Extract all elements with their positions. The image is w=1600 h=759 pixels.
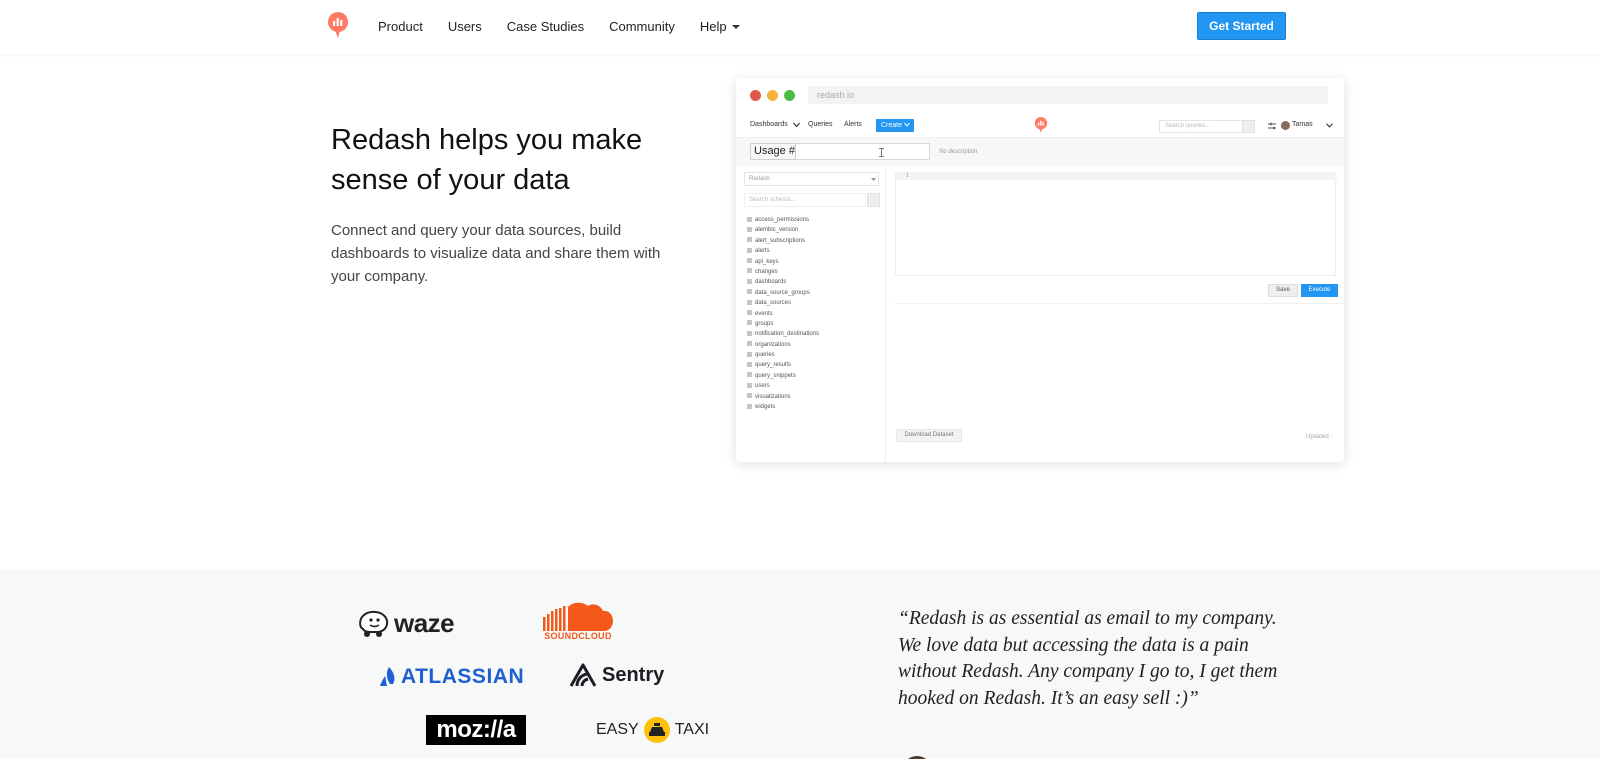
datasource-select: Redash	[744, 172, 879, 186]
app-create-button: Create	[876, 119, 914, 132]
schema-table-item: alert_subscriptions	[747, 236, 882, 246]
schema-table-item: visualizations	[747, 392, 882, 402]
schema-table-item: queries	[747, 350, 882, 360]
app-nav-alerts: Alerts	[844, 121, 862, 128]
schema-table-item: api_keys	[747, 257, 882, 267]
query-name-text: Usage #	[750, 143, 796, 160]
schema-browser: Redash Search schema... access_permissio…	[736, 166, 886, 462]
execute-label: Execute	[1308, 287, 1331, 293]
updated-label: Updated -	[1306, 434, 1333, 440]
url-bar: redash.io	[808, 86, 1328, 104]
sentry-logo: Sentry	[568, 662, 664, 688]
schema-table-item: dashboards	[747, 277, 882, 287]
caret-down-icon	[871, 178, 876, 181]
top-nav: Product Users Case Studies Community Hel…	[0, 0, 1600, 54]
app-header: Dashboards Queries Alerts Create Search …	[736, 114, 1344, 138]
app-nav-queries: Queries	[808, 121, 833, 128]
nav-links: Product Users Case Studies Community Hel…	[378, 0, 765, 52]
get-started-button[interactable]: Get Started	[1197, 12, 1286, 40]
schema-table-item: widgets	[747, 402, 882, 412]
redash-logo-icon[interactable]	[327, 12, 349, 38]
nav-users[interactable]: Users	[448, 19, 482, 34]
atlassian-wordmark: ATLASSIAN	[401, 665, 525, 688]
schema-table-item: notification_destinations	[747, 329, 882, 339]
atlassian-logo: ATLASSIAN	[380, 665, 524, 689]
nav-case-studies[interactable]: Case Studies	[507, 19, 584, 34]
window-minimize-dot-icon	[767, 90, 778, 101]
sentry-wordmark: Sentry	[602, 663, 665, 686]
schema-table-list: access_permissions alembic_version alert…	[747, 215, 882, 412]
easytaxi-wordmark-right: TAXI	[674, 721, 710, 738]
mozilla-wordmark: moz://a	[436, 716, 516, 743]
schema-table-item: alerts	[747, 246, 882, 256]
taxi-icon	[643, 717, 670, 743]
search-icon	[1242, 120, 1255, 133]
waze-icon	[359, 610, 389, 637]
window-maximize-dot-icon	[784, 90, 795, 101]
schema-table-item: organizations	[747, 340, 882, 350]
product-screenshot: redash.io Dashboards Queries Alerts Crea…	[736, 78, 1344, 462]
save-label: Save	[1276, 287, 1290, 293]
schema-table-item: alembic_version	[747, 225, 882, 235]
text-cursor-icon	[879, 148, 884, 157]
easytaxi-logo: EASY TAXI	[596, 716, 709, 744]
app-nav-dashboards: Dashboards	[750, 121, 788, 128]
customers-section	[0, 569, 1600, 759]
results-pane	[895, 303, 1344, 423]
hero-title: Redash helps you make sense of your data	[331, 124, 643, 196]
sentry-icon	[569, 663, 597, 687]
atlassian-icon	[380, 667, 395, 686]
nav-product[interactable]: Product	[378, 19, 423, 34]
nav-help-label: Help	[699, 18, 727, 34]
schema-table-item: users	[747, 381, 882, 391]
window-close-dot-icon	[750, 90, 761, 101]
chevron-down-icon	[793, 122, 800, 128]
page: Product Users Case Studies Community Hel…	[0, 0, 1600, 759]
schema-table-item: data_sources	[747, 298, 882, 308]
redash-logo-icon	[1034, 117, 1048, 133]
nav-help[interactable]: Help	[700, 19, 740, 34]
query-description: No description	[939, 149, 978, 155]
settings-sliders-icon	[1268, 122, 1276, 130]
testimonial-quote: “Redash is as essential as email to my c…	[898, 608, 1278, 709]
schema-table-item: groups	[747, 319, 882, 329]
chevron-down-icon	[1326, 123, 1333, 128]
schema-table-item: query_results	[747, 360, 882, 370]
schema-table-item: data_source_groups	[747, 288, 882, 298]
mozilla-logo: moz://a	[426, 715, 526, 745]
query-editor: 1	[895, 172, 1337, 276]
schema-table-item: changes	[747, 267, 882, 277]
editor-line-number: 1	[896, 173, 1337, 180]
soundcloud-wordmark: SOUNDCLOUD	[544, 631, 612, 641]
waze-wordmark: waze	[394, 608, 455, 638]
execute-button: Execute	[1301, 284, 1338, 297]
soundcloud-cloud-icon	[543, 602, 613, 631]
easytaxi-wordmark-left: EASY	[596, 721, 639, 738]
query-title-bar: Usage # No description	[736, 138, 1344, 166]
save-button: Save	[1268, 284, 1298, 297]
nav-community[interactable]: Community	[609, 19, 675, 34]
waze-logo: waze	[358, 608, 455, 639]
schema-table-item: access_permissions	[747, 215, 882, 225]
refresh-schema-icon	[867, 193, 880, 207]
schema-table-item: query_snippets	[747, 371, 882, 381]
user-avatar	[1281, 121, 1290, 130]
schema-search-input: Search schema...	[744, 193, 866, 207]
chevron-down-icon	[904, 122, 910, 127]
schema-table-item: events	[747, 309, 882, 319]
caret-down-icon	[731, 25, 740, 30]
soundcloud-logo: SOUNDCLOUD	[542, 601, 614, 641]
hero-subtitle: Connect and query your data sources, bui…	[331, 222, 661, 285]
app-search-input: Search queries...	[1159, 120, 1249, 133]
app-create-label: Create	[881, 122, 903, 129]
download-dataset-button: Download Dataset	[896, 429, 962, 442]
app-user-name: Tamas	[1292, 121, 1313, 128]
